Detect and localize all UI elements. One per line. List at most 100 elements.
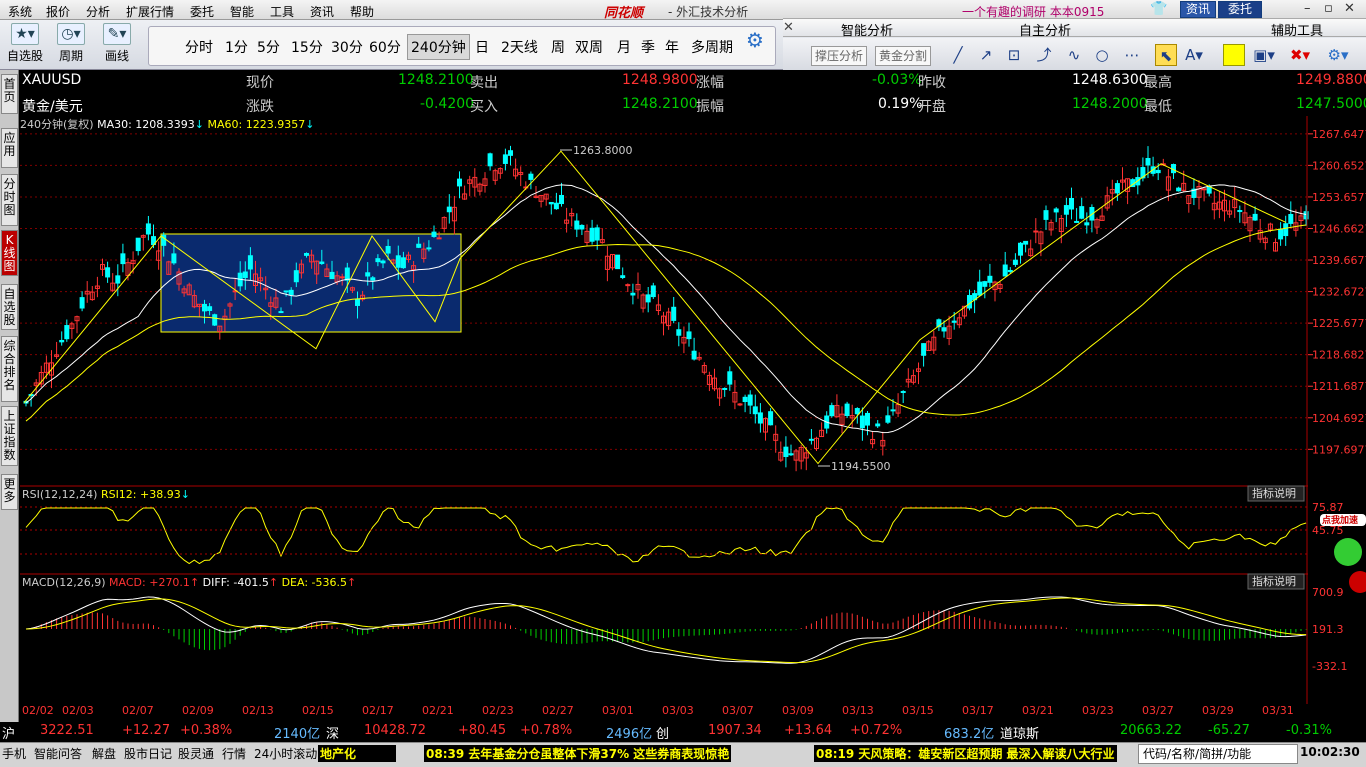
- date-label: 03/13: [842, 704, 874, 717]
- dj-label[interactable]: 道琼斯: [1000, 723, 1039, 742]
- tshirt-icon[interactable]: 👕: [1150, 1, 1167, 17]
- panel-close-icon[interactable]: ✕: [783, 20, 794, 35]
- candle-body: [854, 408, 860, 415]
- period-30m[interactable]: 30分: [331, 37, 363, 57]
- line-tool-icon[interactable]: ╱: [947, 44, 969, 66]
- menu-news[interactable]: 资讯: [310, 3, 334, 20]
- tab-smart-analysis[interactable]: 智能分析: [841, 20, 893, 39]
- period-month[interactable]: 月: [617, 37, 631, 57]
- menu-help[interactable]: 帮助: [350, 3, 374, 20]
- sz-label[interactable]: 深: [326, 723, 339, 742]
- link-market[interactable]: 行情: [222, 745, 246, 762]
- period-biweek[interactable]: 双周: [575, 37, 603, 57]
- golden-split-button[interactable]: 黄金分割: [875, 46, 932, 66]
- menu-system[interactable]: 系统: [8, 3, 32, 20]
- cursor-icon[interactable]: ⬉: [1155, 44, 1177, 66]
- kline-chart[interactable]: 1263.8000 1194.5500 RSI(12,12,24) RSI12:…: [20, 116, 1366, 704]
- period-week[interactable]: 周: [551, 37, 565, 57]
- sidebar-ranking[interactable]: 综合排名: [1, 336, 18, 402]
- sidebar-watchlist[interactable]: 自选股: [1, 284, 18, 330]
- news-tag[interactable]: 地产化: [318, 745, 397, 762]
- cy-value: 1907.34: [708, 723, 762, 738]
- menu-extended[interactable]: 扩展行情: [126, 3, 174, 20]
- news-headline-1[interactable]: 08:39 去年基金分仓虽整体下滑37% 这些券商表现惊艳: [424, 745, 732, 762]
- menu-smart[interactable]: 智能: [230, 3, 254, 20]
- symbol-name: 黄金/美元: [22, 99, 83, 115]
- period-5m[interactable]: 5分: [257, 37, 280, 57]
- news-headline-2[interactable]: 08:19 天风策略：雄安新区超预期 最深入解读八大行业: [814, 745, 1117, 762]
- date-label: 02/23: [482, 704, 514, 717]
- erase-tool-icon[interactable]: ▣▾: [1253, 44, 1275, 66]
- candle-body: [768, 411, 774, 426]
- menu-analysis[interactable]: 分析: [86, 3, 110, 20]
- date-axis: 02/02 02/03 02/07 02/09 02/13 02/15 02/17 02/21…: [20, 704, 1366, 718]
- period-1m[interactable]: 1分: [225, 37, 248, 57]
- menu-trade[interactable]: 委托: [190, 3, 214, 20]
- candle-body: [304, 253, 309, 256]
- link-stock-spirit[interactable]: 股灵通: [178, 745, 214, 762]
- link-qa[interactable]: 智能问答: [34, 745, 82, 762]
- candle-body: [355, 298, 360, 306]
- period-240m[interactable]: 240分钟: [407, 34, 470, 60]
- period-day[interactable]: 日: [475, 37, 489, 57]
- link-mobile[interactable]: 手机: [2, 745, 26, 762]
- period-2day[interactable]: 2天线: [501, 37, 538, 57]
- tab-custom-analysis[interactable]: 自主分析: [1019, 20, 1071, 39]
- ray-tool-icon[interactable]: ↗: [975, 44, 997, 66]
- period-15m[interactable]: 15分: [291, 37, 323, 57]
- sidebar-home[interactable]: 首页: [1, 74, 18, 114]
- draw-tool[interactable]: ✎▾ 画线: [98, 23, 136, 64]
- date-label: 03/07: [722, 704, 754, 717]
- period-60m[interactable]: 60分: [369, 37, 401, 57]
- close-icon[interactable]: ✕: [1344, 1, 1355, 16]
- link-analysis[interactable]: 解盘: [92, 745, 116, 762]
- circle-tool-icon[interactable]: ○: [1091, 44, 1113, 66]
- sidebar-kline[interactable]: K线图: [1, 230, 18, 276]
- menu-tools[interactable]: 工具: [270, 3, 294, 20]
- pressure-analysis-button[interactable]: 撑压分析: [811, 46, 868, 66]
- sh-label[interactable]: 沪: [2, 723, 15, 742]
- promo-counter-icon[interactable]: [1349, 571, 1366, 593]
- sidebar-intraday[interactable]: 分时图: [1, 174, 18, 226]
- tab-assist-tools[interactable]: 辅助工具: [1271, 20, 1323, 39]
- sz-value: 10428.72: [364, 723, 427, 738]
- mascot-icon[interactable]: [1334, 538, 1362, 566]
- period-year[interactable]: 年: [665, 37, 679, 57]
- rsi-tick-label: 75.87: [1312, 501, 1344, 514]
- period-quarter[interactable]: 季: [641, 37, 655, 57]
- delete-icon[interactable]: ✖▾: [1289, 44, 1311, 66]
- maximize-icon[interactable]: ▫: [1324, 1, 1333, 16]
- sidebar-more[interactable]: 更多: [1, 474, 18, 510]
- date-label: 02/15: [302, 704, 334, 717]
- candle-body: [59, 339, 65, 343]
- search-input[interactable]: 代码/名称/简拼/功能: [1138, 744, 1298, 764]
- candle-body: [737, 403, 743, 406]
- gear-icon[interactable]: ⚙: [746, 28, 764, 52]
- period-intraday[interactable]: 分时: [185, 37, 213, 57]
- rsi-help-label: 指标说明: [1252, 486, 1296, 500]
- fan-tool-icon[interactable]: ⤴: [1033, 44, 1055, 66]
- rect-tool-icon[interactable]: ⊡: [1003, 44, 1025, 66]
- watchlist-tool[interactable]: ★▾ 自选股: [6, 23, 44, 64]
- candle-body: [844, 403, 850, 417]
- trade-button[interactable]: 委托: [1218, 1, 1262, 18]
- more-tools-icon[interactable]: ⋯: [1121, 44, 1143, 66]
- y-tick-label: 1197.6977: [1312, 443, 1366, 456]
- candle-body: [742, 396, 748, 403]
- news-button[interactable]: 资讯: [1180, 1, 1216, 18]
- period-tool[interactable]: ◷▾ 周期: [52, 23, 90, 64]
- settings-icon[interactable]: ⚙▾: [1327, 44, 1349, 66]
- color-swatch[interactable]: [1223, 44, 1245, 66]
- text-tool-icon[interactable]: A▾: [1183, 44, 1205, 66]
- link-diary[interactable]: 股市日记: [124, 745, 172, 762]
- cy-label[interactable]: 创: [656, 723, 669, 742]
- candle-body: [1023, 240, 1029, 245]
- minimize-icon[interactable]: –: [1304, 1, 1311, 16]
- period-multi[interactable]: 多周期: [691, 37, 733, 57]
- wave-tool-icon[interactable]: ∿: [1063, 44, 1085, 66]
- sidebar-shindex[interactable]: 上证指数: [1, 406, 18, 466]
- menu-quote[interactable]: 报价: [46, 3, 70, 20]
- sidebar-apps[interactable]: 应用: [1, 128, 18, 168]
- candle-body: [1283, 223, 1289, 237]
- link-24h[interactable]: 24小时滚动: [254, 745, 317, 762]
